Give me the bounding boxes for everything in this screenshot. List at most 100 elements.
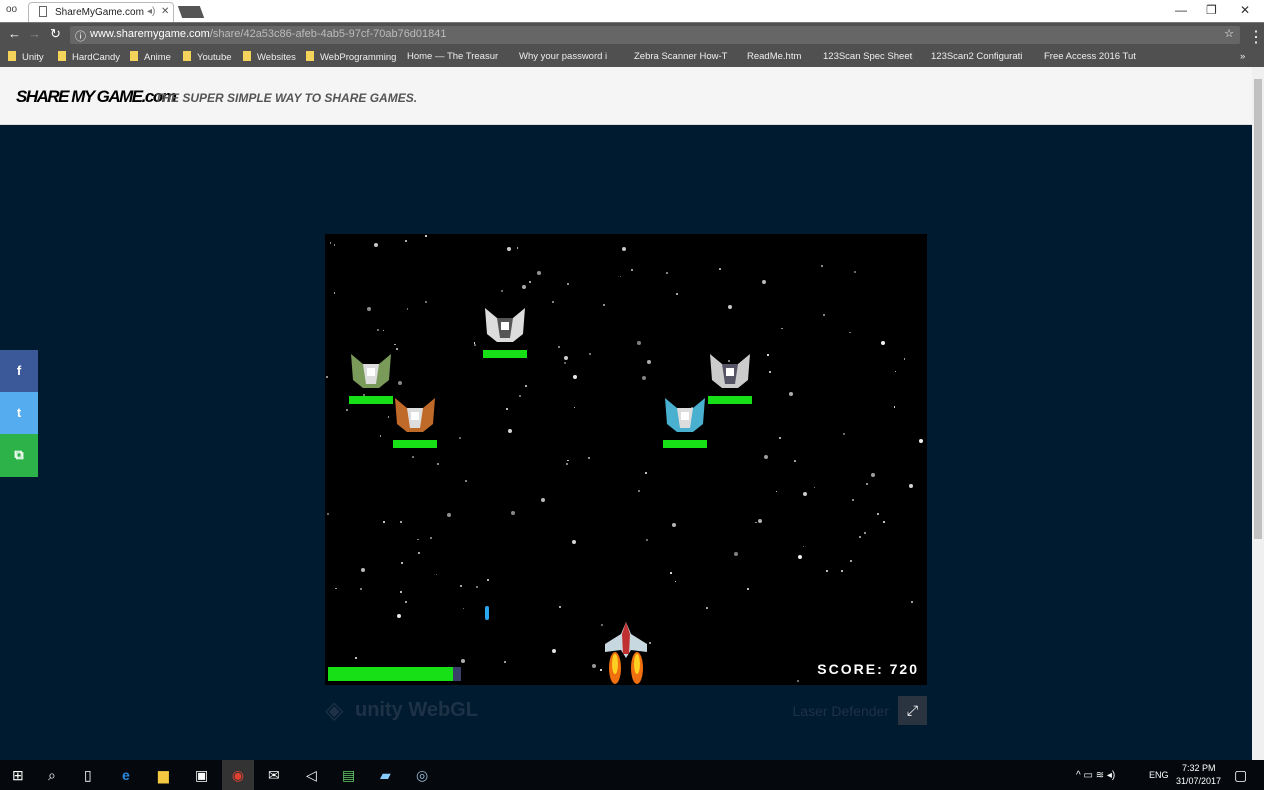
- minimize-icon[interactable]: —: [1175, 3, 1187, 17]
- bookmark-item[interactable]: 123Scan Spec Sheet: [823, 51, 912, 62]
- clock-time[interactable]: 7:32 PM: [1182, 763, 1216, 773]
- mail-icon[interactable]: ✉: [268, 767, 280, 784]
- star: [567, 283, 570, 286]
- star: [646, 538, 649, 541]
- language-indicator[interactable]: ENG: [1149, 770, 1169, 780]
- tray-icons[interactable]: ^ ▭ ≋ ◂): [1076, 770, 1115, 781]
- star: [522, 284, 527, 289]
- twitter-share-button[interactable]: t: [0, 392, 38, 434]
- star: [510, 510, 515, 515]
- twitter-icon: t: [16, 405, 22, 420]
- mute-icon[interactable]: ◂): [147, 6, 155, 17]
- laser-projectile: [485, 606, 489, 620]
- bookmarks-overflow-button[interactable]: »: [1240, 51, 1245, 62]
- unity-icon[interactable]: ◁: [306, 767, 317, 784]
- bookmark-item[interactable]: Anime: [130, 51, 171, 63]
- star: [602, 304, 605, 307]
- star: [559, 605, 562, 608]
- browser-tab[interactable]: ShareMyGame.com ◂) ✕: [28, 2, 174, 22]
- facebook-share-button[interactable]: f: [0, 350, 38, 392]
- score-display: SCORE: 720: [817, 661, 919, 677]
- back-icon[interactable]: ←: [8, 26, 21, 41]
- star: [401, 561, 404, 564]
- url-domain: www.sharemygame.com: [90, 28, 210, 40]
- fullscreen-button[interactable]: ⤢: [898, 696, 927, 725]
- page-scrollbar[interactable]: [1252, 67, 1264, 760]
- new-tab-button[interactable]: [177, 6, 205, 18]
- task-view-icon[interactable]: ▯: [84, 767, 92, 784]
- bookmark-item[interactable]: ReadMe.htm: [747, 51, 801, 62]
- enemy-ship: [351, 354, 391, 388]
- enemy-health-bar: [708, 396, 752, 404]
- scrollbar-thumb[interactable]: [1254, 79, 1262, 539]
- star: [382, 329, 385, 332]
- star: [462, 607, 465, 610]
- enemy-ship: [485, 308, 525, 342]
- app-icon-2[interactable]: ▰: [380, 767, 391, 784]
- restore-icon[interactable]: ❐: [1206, 3, 1217, 17]
- bookmark-label: Websites: [257, 52, 296, 63]
- bookmark-item[interactable]: Why your password i: [519, 51, 607, 62]
- star: [405, 239, 408, 242]
- forward-icon[interactable]: →: [28, 26, 41, 41]
- file-explorer-icon[interactable]: ▆: [158, 767, 169, 784]
- close-tab-icon[interactable]: ✕: [161, 6, 169, 17]
- menu-icon[interactable]: ⋮: [1248, 27, 1264, 47]
- bookmark-item[interactable]: Zebra Scanner How-T: [634, 51, 727, 62]
- star: [417, 552, 420, 555]
- star: [346, 409, 348, 411]
- enemy-health-bar: [349, 396, 393, 404]
- clock-date[interactable]: 31/07/2017: [1176, 776, 1221, 786]
- star-icon[interactable]: ☆: [1224, 27, 1234, 40]
- star: [767, 354, 769, 356]
- star: [435, 573, 438, 576]
- close-window-icon[interactable]: ✕: [1240, 3, 1250, 17]
- app-icon-3[interactable]: ◎: [416, 767, 428, 784]
- bookmark-label: 123Scan Spec Sheet: [823, 51, 913, 62]
- notifications-icon[interactable]: ▢: [1234, 767, 1247, 784]
- search-icon[interactable]: ⌕: [48, 767, 56, 784]
- folder-icon: [306, 51, 314, 61]
- bookmark-item[interactable]: 123Scan2 Configurati: [931, 51, 1022, 62]
- star: [412, 456, 414, 458]
- enemy-ship: [665, 398, 705, 432]
- bookmark-item[interactable]: Free Access 2016 Tut: [1044, 51, 1136, 62]
- site-logo[interactable]: SHARE MY GAME.com: [16, 87, 177, 107]
- bookmark-item[interactable]: Youtube: [183, 51, 232, 63]
- star: [676, 293, 679, 296]
- star: [621, 247, 626, 252]
- bookmark-label: Home — The Treasur: [407, 51, 499, 62]
- bookmark-item[interactable]: WebProgramming: [306, 51, 396, 63]
- bookmark-label: WebProgramming: [320, 52, 397, 63]
- folder-icon: [130, 51, 138, 61]
- app-icon[interactable]: ▤: [342, 767, 355, 784]
- star: [820, 264, 823, 267]
- star: [508, 428, 513, 433]
- star: [459, 436, 462, 439]
- game-canvas[interactable]: SCORE: 720: [325, 234, 927, 685]
- copy-link-button[interactable]: ⧉: [0, 434, 38, 477]
- star: [919, 439, 924, 444]
- star: [619, 275, 622, 278]
- reload-icon[interactable]: ↻: [50, 26, 61, 42]
- star: [572, 374, 577, 379]
- bookmark-item[interactable]: HardCandy: [58, 51, 120, 63]
- url-input[interactable]: ⓘ www.sharemygame.com/share/42a53c86-afe…: [70, 26, 1240, 44]
- share-icon: ⧉: [14, 447, 24, 462]
- star: [487, 578, 490, 581]
- star: [399, 520, 402, 523]
- windows-start-icon[interactable]: ⊞: [12, 767, 24, 784]
- bookmark-item[interactable]: Unity: [8, 51, 44, 63]
- star: [425, 235, 427, 237]
- chrome-icon[interactable]: ◉: [222, 760, 254, 790]
- star: [406, 308, 409, 310]
- bookmark-item[interactable]: Websites: [243, 51, 296, 63]
- bookmark-item[interactable]: Home — The Treasur: [407, 51, 498, 62]
- edge-icon[interactable]: e: [122, 767, 130, 783]
- star: [761, 280, 766, 285]
- star: [644, 471, 647, 474]
- star: [864, 531, 867, 534]
- star: [424, 300, 427, 303]
- bookmark-label: Why your password i: [519, 51, 608, 62]
- store-icon[interactable]: ▣: [195, 767, 208, 784]
